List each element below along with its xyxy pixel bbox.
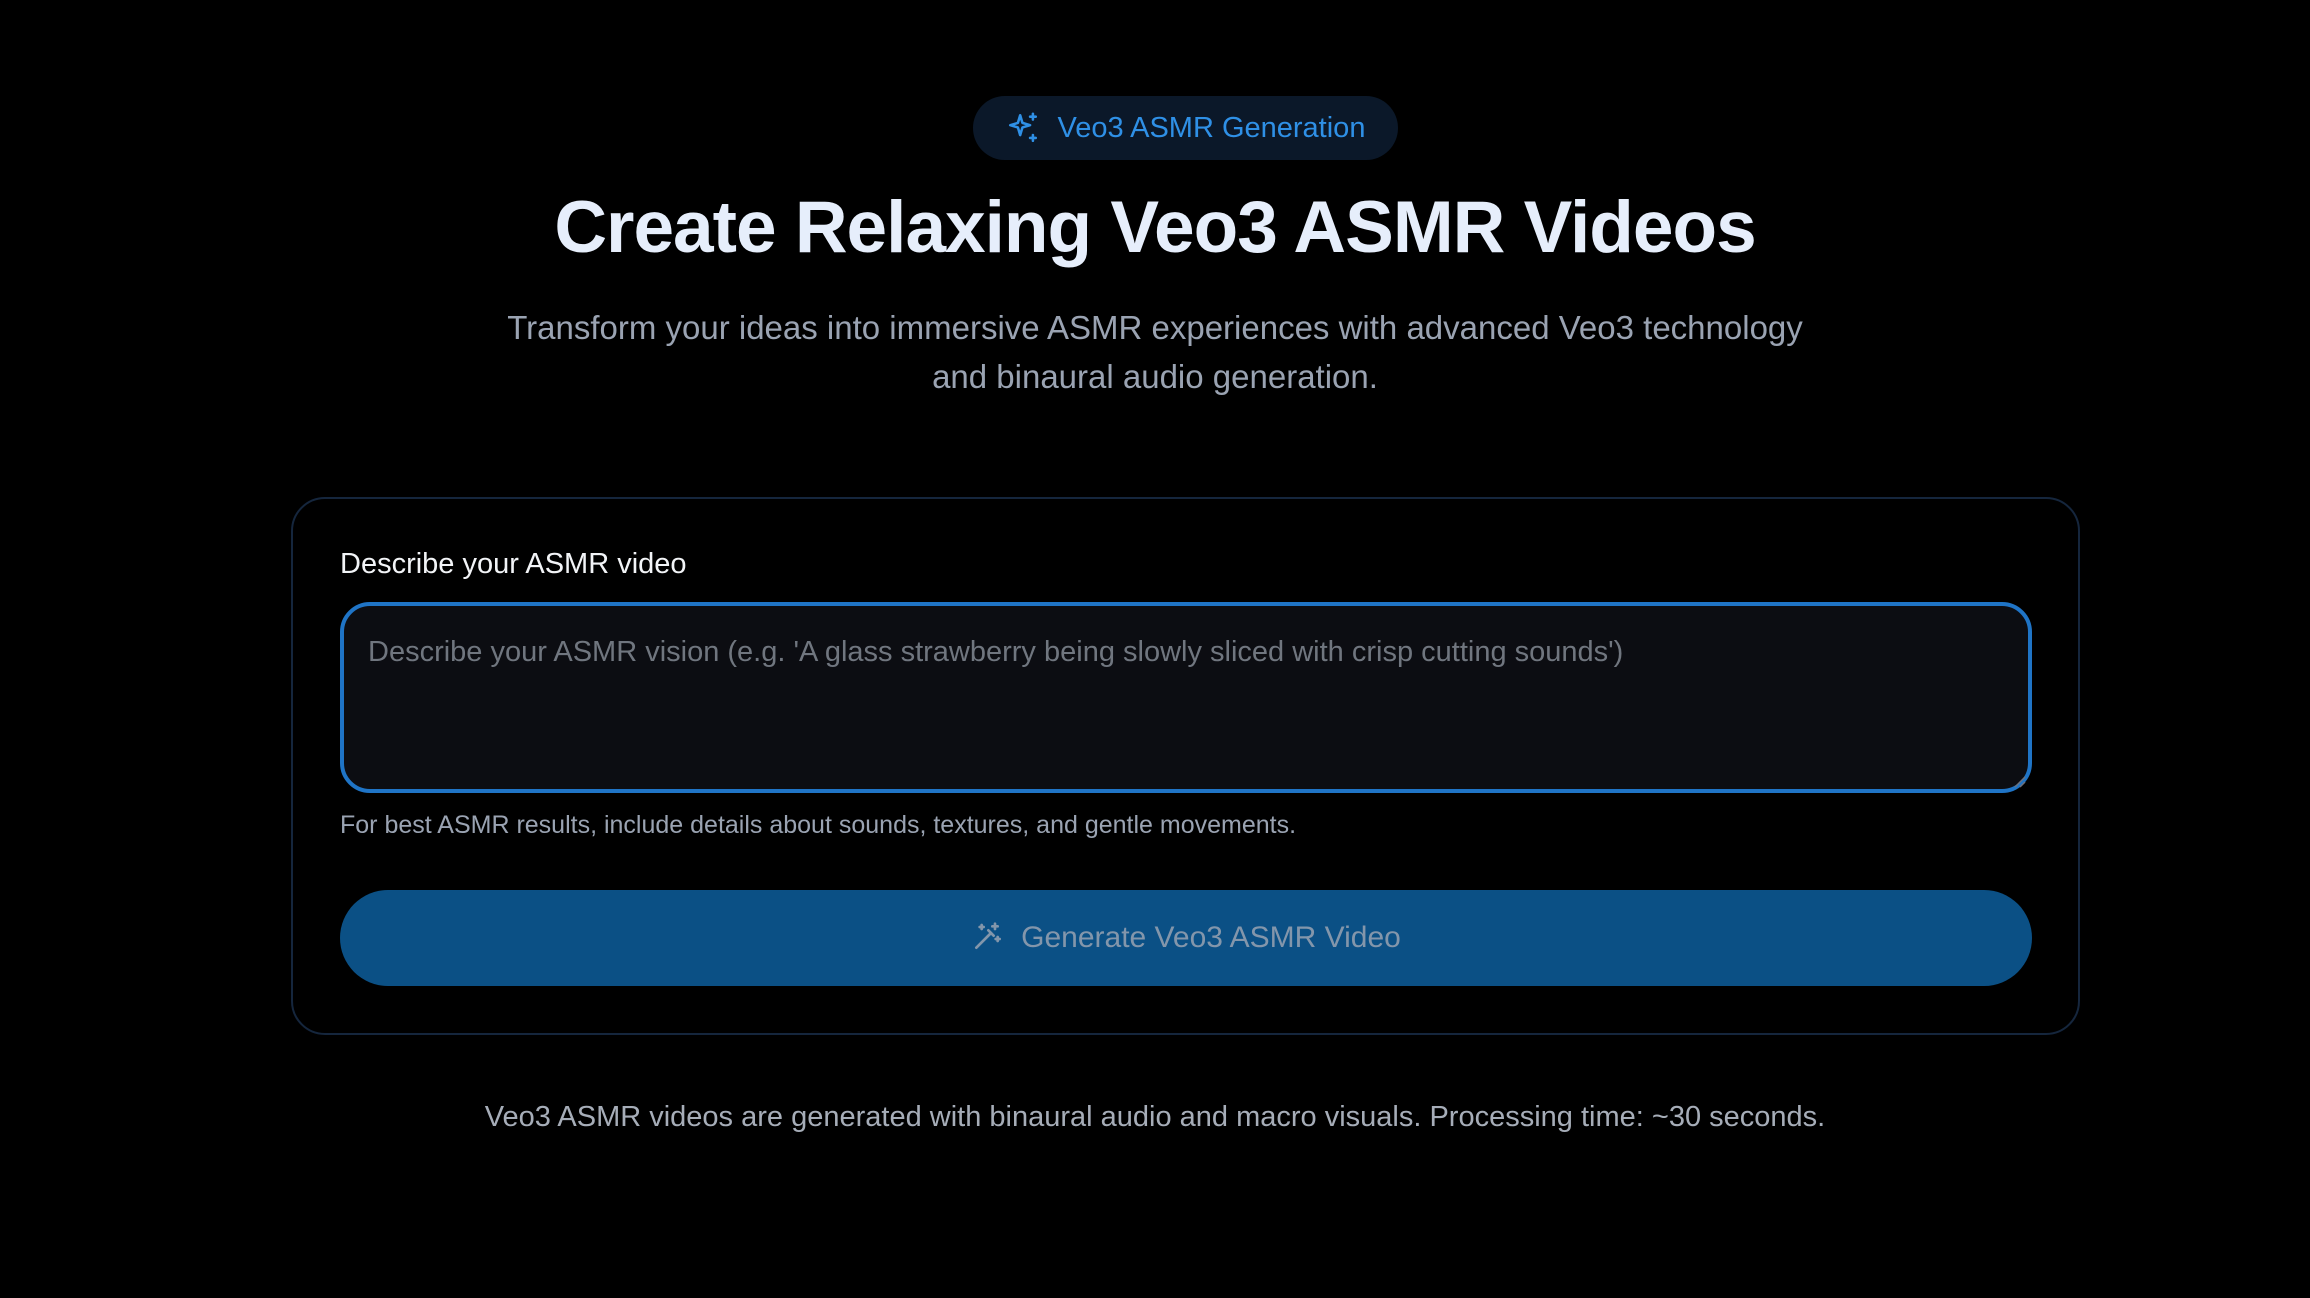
magic-wand-icon: [971, 921, 1003, 956]
prompt-textarea[interactable]: [340, 602, 2032, 793]
generate-button-label: Generate Veo3 ASMR Video: [1021, 921, 1401, 954]
page: Veo3 ASMR Generation Create Relaxing Veo…: [0, 0, 2310, 1298]
generate-button[interactable]: Generate Veo3 ASMR Video: [340, 890, 2032, 986]
badge-label: Veo3 ASMR Generation: [1057, 111, 1366, 144]
page-subtitle: Transform your ideas into immersive ASMR…: [507, 309, 1803, 395]
page-title: Create Relaxing Veo3 ASMR Videos: [554, 187, 1756, 268]
sparkles-icon: [1006, 111, 1040, 145]
generation-badge: Veo3 ASMR Generation: [973, 96, 1398, 160]
footer-note: Veo3 ASMR videos are generated with bina…: [484, 1101, 1826, 1133]
resize-handle-icon[interactable]: [2010, 772, 2026, 788]
prompt-hint: For best ASMR results, include details a…: [340, 811, 1297, 839]
prompt-label: Describe your ASMR video: [340, 548, 687, 580]
